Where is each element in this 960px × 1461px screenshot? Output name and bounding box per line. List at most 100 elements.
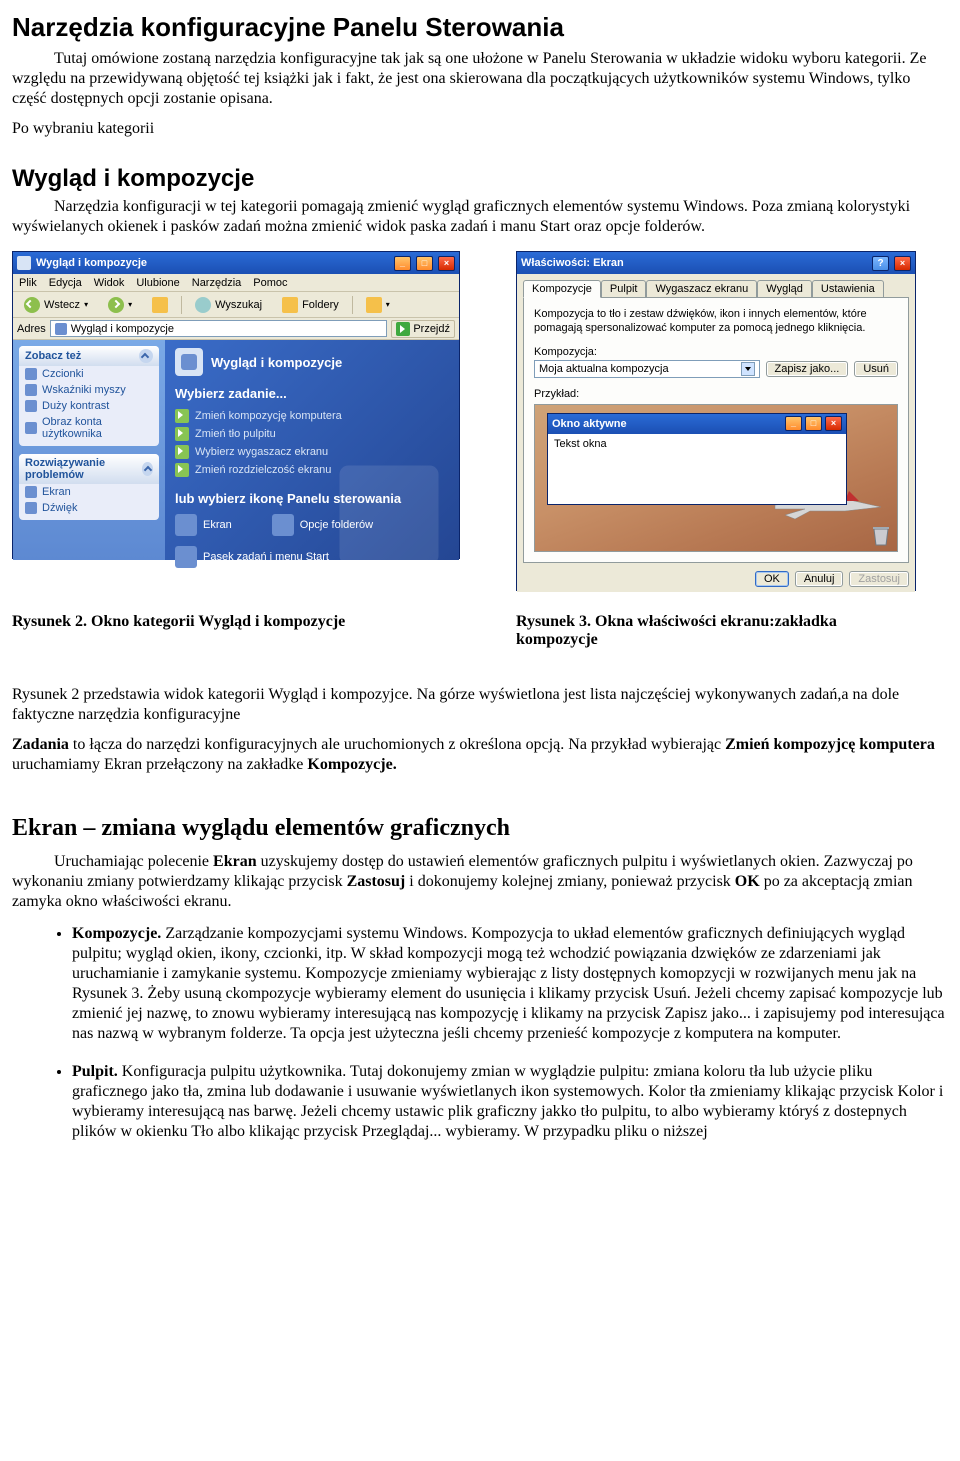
minimize-button[interactable]: _ [394,256,411,271]
delete-button[interactable]: Usuń [854,361,898,377]
save-as-button[interactable]: Zapisz jako... [766,361,849,377]
paragraph-zadania: Zadania to łącza do narzędzi konfiguracy… [12,735,948,775]
separator [181,296,182,314]
menubar: Plik Edycja Widok Ulubione Narzędzia Pom… [13,274,459,292]
screenshot-wlasciwosci-ekran: Właściwości: Ekran ? × Kompozycje Pulpit… [516,251,916,591]
section-heading-ekran: Ekran – zmiana wyglądu elementów graficz… [12,815,948,842]
apply-button[interactable]: Zastosuj [849,571,909,587]
separator [352,296,353,314]
close-button[interactable]: × [438,256,455,271]
cancel-button[interactable]: Anuluj [795,571,844,587]
maximize-button[interactable]: □ [416,256,433,271]
preview-win-title: Okno aktywne [552,418,782,430]
sidebar-item-dzwiek[interactable]: Dźwięk [19,500,159,516]
search-button[interactable]: Wyszukaj [188,294,269,316]
menu-plik[interactable]: Plik [19,277,37,289]
section-heading-wyglad: Wygląd i kompozycje [12,165,948,193]
menu-widok[interactable]: Widok [94,277,125,289]
screenshot-explorer-wyglad: Wygląd i kompozycje _ □ × Plik Edycja Wi… [12,251,460,559]
window-icon [17,256,31,270]
forward-button[interactable]: ▾ [101,294,139,316]
sidebar-item-ekran[interactable]: Ekran [19,484,159,500]
contrast-icon [25,400,37,412]
preview-label: Przykład: [534,388,898,400]
tab-panel: Kompozycja to tło i zestaw dźwięków, iko… [523,297,909,563]
task-zmien-kompozycje[interactable]: Zmień kompozycję komputera [175,407,449,425]
cpl-icon-ekran[interactable]: Ekran [175,514,232,536]
sound-icon [25,502,37,514]
back-button[interactable]: Wstecz ▾ [17,294,95,316]
sidebar-panel-troubleshoot: Rozwiązywanie problemów Ekran Dźwięk [19,454,159,520]
menu-ulubione[interactable]: Ulubione [136,277,179,289]
views-button[interactable]: ▾ [359,294,397,316]
bullet-pulpit: Pulpit. Konfiguracja pulpitu użytkownika… [72,1062,948,1142]
sidebar-header[interactable]: Zobacz też [19,346,159,366]
dialog-buttons: OK Anuluj Zastosuj [523,563,909,587]
close-icon: × [825,416,842,431]
kompozycja-select[interactable]: Moja aktualna kompozycja [534,360,760,378]
titlebar: Właściwości: Ekran ? × [517,252,915,274]
font-icon [25,368,37,380]
chevron-down-icon [741,362,755,376]
address-input[interactable]: Wygląd i kompozycje [50,320,388,337]
up-button[interactable] [145,294,175,316]
display-icon [175,514,197,536]
preview-active-window: Okno aktywne _ □ × Tekst okna [547,413,847,505]
task-arrow-icon [175,463,189,477]
category-header: Wygląd i kompozycje [175,348,449,376]
menu-edycja[interactable]: Edycja [49,277,82,289]
search-icon [195,297,211,313]
page-title: Narzędzia konfiguracyjne Panelu Sterowan… [12,12,948,43]
display-icon [25,486,37,498]
tab-pulpit[interactable]: Pulpit [601,280,647,298]
cpl-icon-pasek-zadan[interactable]: Pasek zadań i menu Start [175,546,329,568]
sidebar-item-czcionki[interactable]: Czcionki [19,366,159,382]
sidebar-item-wskazniki[interactable]: Wskaźniki myszy [19,382,159,398]
recycle-bin-icon [871,525,891,547]
close-button[interactable]: × [894,256,911,271]
task-wygaszacz[interactable]: Wybierz wygaszacz ekranu [175,443,449,461]
description-text: Kompozycja to tło i zestaw dźwięków, iko… [534,308,898,336]
help-button[interactable]: ? [872,256,889,271]
sidebar-header[interactable]: Rozwiązywanie problemów [19,454,159,484]
tab-row: Kompozycje Pulpit Wygaszacz ekranu Wyglą… [523,280,909,298]
sidebar: Zobacz też Czcionki Wskaźniki myszy Duży… [13,340,165,560]
chevron-up-icon [142,462,154,476]
address-bar: Adres Wygląd i kompozycje Przejdź [13,318,459,340]
pick-a-task-heading: Wybierz zadanie... [175,386,449,401]
tab-kompozycje[interactable]: Kompozycje [523,280,601,298]
ok-button[interactable]: OK [755,571,789,587]
minimize-icon: _ [785,416,802,431]
section-a-paragraph: Narzędzia konfiguracji w tej kategorii p… [12,197,948,237]
chevron-up-icon [139,349,153,363]
forward-icon [108,297,124,313]
menu-narzedzia[interactable]: Narzędzia [192,277,242,289]
bullet-kompozycje: Kompozycje. Zarządzanie kompozycjami sys… [72,924,948,1044]
taskbar-icon [175,546,197,568]
up-icon [152,297,168,313]
go-button[interactable]: Przejdź [391,320,455,338]
window-title: Właściwości: Ekran [521,257,867,269]
sidebar-item-obraz-konta[interactable]: Obraz konta użytkownika [19,414,159,442]
theme-preview: Okno aktywne _ □ × Tekst okna [534,404,898,552]
tab-ustawienia[interactable]: Ustawienia [812,280,884,298]
figure-caption-2: Rysunek 3. Okna właściwości ekranu:zakła… [516,613,916,649]
bullet-list: Kompozycje. Zarządzanie kompozycjami sys… [12,924,948,1142]
tab-wyglad[interactable]: Wygląd [757,280,812,298]
menu-pomoc[interactable]: Pomoc [253,277,287,289]
maximize-icon: □ [805,416,822,431]
category-title: Wygląd i kompozycje [211,355,342,370]
folders-button[interactable]: Foldery [275,294,346,316]
folder-options-icon [272,514,294,536]
titlebar: Wygląd i kompozycje _ □ × [13,252,459,274]
sidebar-panel-see-also: Zobacz też Czcionki Wskaźniki myszy Duży… [19,346,159,446]
tab-wygaszacz[interactable]: Wygaszacz ekranu [646,280,757,298]
paragraph-rysunek2: Rysunek 2 przedstawia widok kategorii Wy… [12,685,948,725]
task-zmien-tlo[interactable]: Zmień tło pulpitu [175,425,449,443]
sidebar-item-kontrast[interactable]: Duży kontrast [19,398,159,414]
category-icon [175,348,203,376]
address-input-icon [55,323,67,335]
figure-row: Wygląd i kompozycje _ □ × Plik Edycja Wi… [12,251,948,591]
preview-win-body: Tekst okna [548,434,846,504]
kompozycja-label: Kompozycja: [534,346,898,358]
